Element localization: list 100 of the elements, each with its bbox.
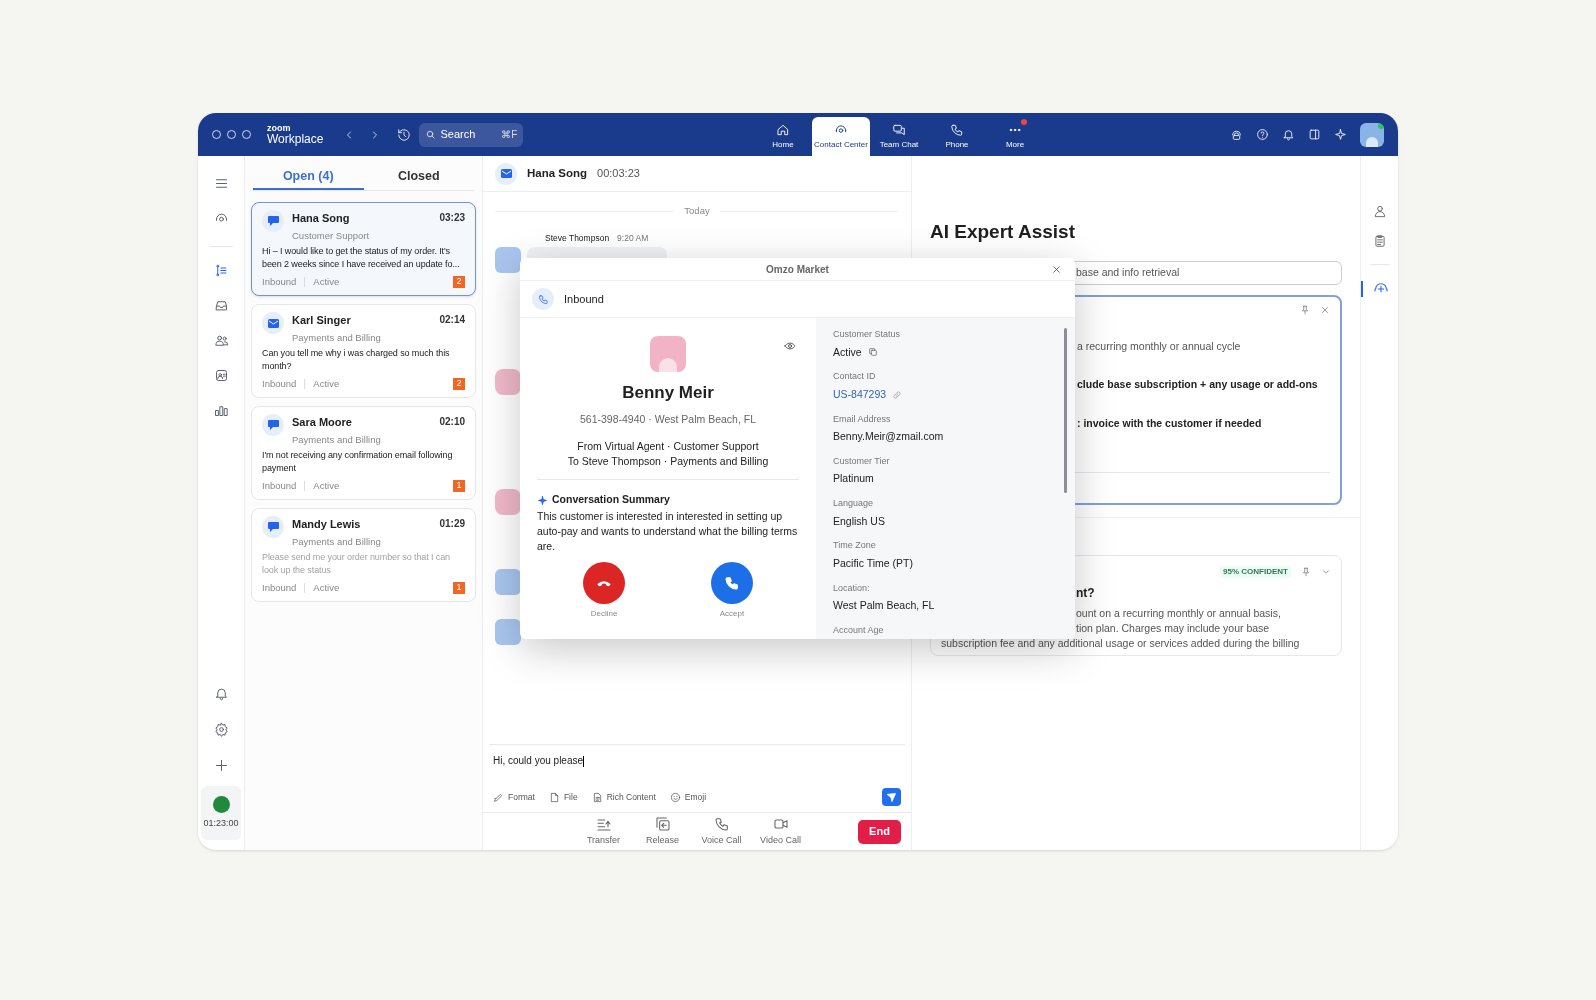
sparkle-icon [537, 494, 548, 506]
pin-button[interactable] [1300, 304, 1310, 315]
contact-name: Mandy Lewis [292, 517, 361, 532]
headset-lock-button[interactable] [1230, 128, 1243, 141]
call-action[interactable]: Release [640, 815, 685, 848]
nav-tab[interactable]: Home [754, 117, 812, 156]
email-icon [262, 312, 284, 334]
nav-tab[interactable]: More [986, 117, 1044, 156]
summary-title: Conversation Summary [552, 492, 670, 508]
help-button[interactable] [1256, 128, 1269, 141]
call-action[interactable]: Voice Call [699, 815, 744, 848]
end-button[interactable]: End [858, 819, 901, 844]
pin-icon [1300, 304, 1310, 315]
conversation-card[interactable]: Karl Singer 02:14 Payments and Billing Can you tell me why i was charged so much this month? Inbound Active 2 [251, 304, 476, 398]
nav-tab[interactable]: Phone [928, 117, 986, 156]
contact-name: Sara Moore [292, 415, 352, 430]
contact-id-link[interactable]: US-847293 [833, 386, 887, 403]
notes-button[interactable] [1372, 234, 1387, 248]
avatar [495, 369, 521, 395]
field-label: Time Zone [833, 539, 877, 553]
headset-lock-icon [1230, 128, 1243, 141]
answer-line: clude base subscription + any usage or add-ons [1077, 377, 1319, 393]
close-button[interactable] [1051, 263, 1062, 275]
field-value: Active [833, 344, 862, 360]
avatar [495, 619, 521, 645]
conversation-card[interactable]: Sara Moore 02:10 Payments and Billing I'm not receiving any confirmation email following payment Inbound Active 1 [251, 406, 476, 500]
field-value: Benny.Meir@zmail.com [833, 429, 945, 444]
history-button[interactable] [397, 127, 412, 142]
search-field[interactable]: Search ⌘F [419, 122, 524, 147]
confidence-badge: 95% CONFIDENT [1220, 565, 1291, 578]
send-button[interactable] [882, 788, 901, 806]
phone-icon [950, 122, 964, 137]
pin-icon [1301, 566, 1311, 577]
avatar [495, 569, 521, 595]
close-button[interactable] [1320, 304, 1330, 315]
message-preview: Hi – I would like to get the status of my order. It's been 2 weeks since I have received an update fo... [262, 244, 461, 271]
list-tab[interactable]: Closed [363, 164, 474, 190]
direction-label: Inbound [262, 376, 297, 391]
history-icon [397, 127, 412, 142]
contact-name: Karl Singer [292, 313, 351, 328]
direction-label: Inbound [564, 291, 604, 307]
field-label: Contact ID [833, 370, 877, 384]
composer-tool[interactable]: Emoji [669, 790, 707, 804]
message-preview: Please send me your order number so that I can look up the status [262, 550, 451, 577]
file-icon [548, 791, 560, 803]
decline-button[interactable] [583, 562, 625, 604]
close-icon [1320, 304, 1330, 315]
chat-icon [262, 414, 284, 436]
status-timer: 01:23:00 [203, 816, 239, 830]
side-panel-button[interactable] [1308, 128, 1321, 141]
sparkle-button[interactable] [1334, 128, 1347, 141]
avatar [650, 336, 686, 372]
email-icon [495, 162, 517, 185]
call-action[interactable]: Transfer [581, 815, 626, 848]
unread-count: 2 [453, 275, 465, 288]
message-preview: Can you tell me why i was charged so much this month? [262, 346, 451, 373]
composer-tool[interactable]: Rich Content [591, 790, 656, 804]
field-value: Platinum [833, 471, 875, 487]
call-action[interactable]: Video Call [758, 815, 803, 848]
shortcut-label: ⌘F [501, 128, 518, 142]
field-label: Customer Status [833, 328, 902, 341]
link-icon [892, 389, 903, 400]
chat-icon [892, 122, 906, 137]
profile-button[interactable] [1372, 204, 1387, 218]
pin-button[interactable] [1301, 566, 1311, 577]
chat-contact-name: Hana Song [527, 165, 588, 181]
chat-icon [262, 516, 284, 538]
status-label: Active [313, 274, 340, 289]
conversation-card[interactable]: Mandy Lewis 01:29 Payments and Billing Please send me your order number so that I can look up the status Inbound Active 1 [251, 508, 476, 602]
status-card[interactable]: 01:23:00 [201, 786, 241, 840]
notification-button[interactable] [1282, 128, 1295, 141]
panel-title: AI Expert Assist [930, 220, 1076, 244]
brand-text: zoom [267, 124, 292, 133]
nav-tab[interactable]: Contact Center [812, 117, 870, 156]
conversation-time: 01:29 [439, 517, 465, 531]
unread-count: 2 [453, 377, 465, 390]
avatar[interactable] [1360, 122, 1384, 147]
accept-button[interactable] [711, 562, 753, 604]
side-panel-icon [1308, 128, 1321, 141]
field-value: English US [833, 513, 886, 529]
nav-tab[interactable]: Team Chat [870, 117, 928, 156]
question-text: nt? [1076, 584, 1096, 602]
list-tab[interactable]: Open (4) [253, 164, 364, 190]
avatar [495, 489, 521, 515]
eye-button[interactable] [784, 340, 796, 352]
clipboard-icon [1372, 234, 1387, 248]
add-icon [213, 757, 229, 773]
search-placeholder: Search [440, 127, 476, 143]
copy-button[interactable] [867, 347, 878, 358]
field-label: Location: [833, 581, 871, 595]
composer-tool[interactable]: Format [493, 790, 535, 804]
help-icon [1256, 128, 1269, 141]
conversation-card[interactable]: Hana Song 03:23 Customer Support Hi – I would like to get the status of my order. It's been 2 weeks since I have received an update fo... Inbound Active 2 [251, 202, 476, 296]
people-icon [213, 332, 229, 348]
composer-tool[interactable]: File [548, 790, 578, 804]
routing-line: To Steve Thompson · Payments and Billing [567, 454, 769, 470]
message-input[interactable]: Hi, could you please [493, 753, 901, 781]
format-icon [493, 791, 504, 803]
date-divider: Today [684, 204, 710, 218]
call-button-label: Accept [719, 608, 745, 620]
